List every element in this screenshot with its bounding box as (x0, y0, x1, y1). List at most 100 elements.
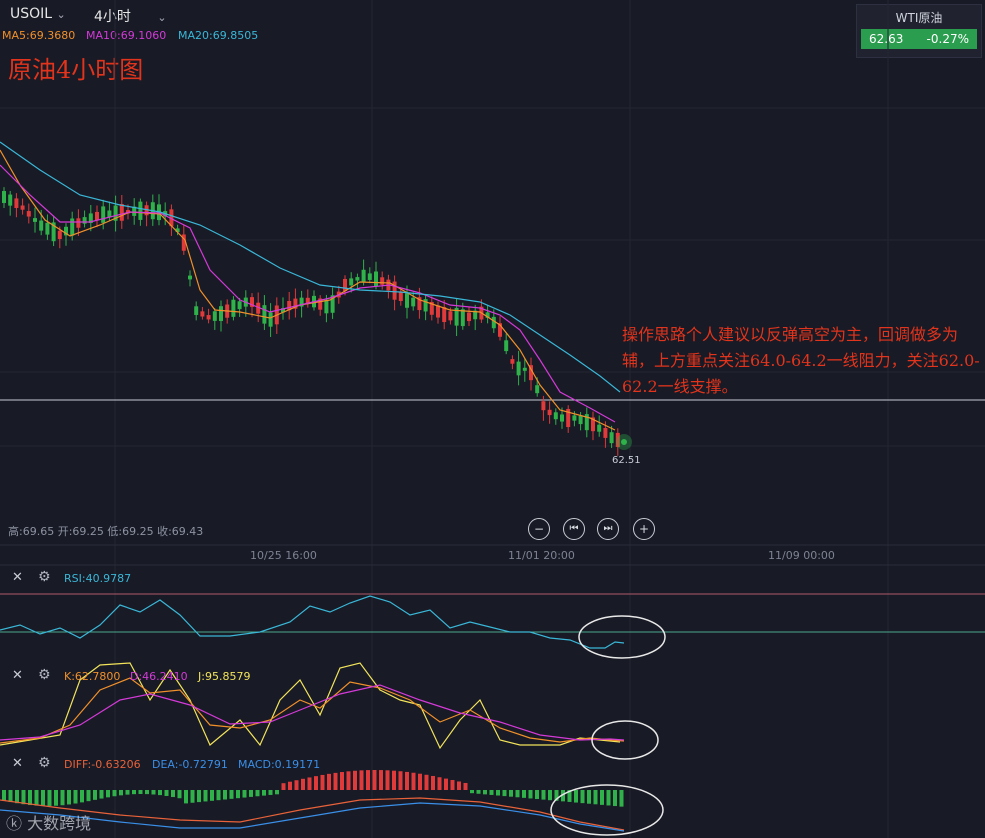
candle-body (560, 414, 564, 422)
gear-icon[interactable]: ⚙ (38, 569, 51, 585)
macd-bar (489, 790, 494, 795)
ma-lines (0, 141, 621, 431)
zoom-out-button[interactable]: − (528, 518, 550, 540)
macd-bar (450, 780, 455, 790)
macd-bar (184, 790, 188, 804)
macd-bar (93, 790, 97, 800)
macd-bar (249, 790, 253, 797)
candle-body (200, 311, 205, 317)
candle-body (26, 211, 31, 217)
macd-bar (359, 770, 364, 790)
macd-bar (418, 773, 422, 790)
macd-value: MACD:0.19171 (238, 758, 321, 771)
macd-bar (288, 781, 292, 790)
macd-bar (177, 790, 182, 799)
candle-body (355, 277, 360, 281)
candle-body (504, 340, 509, 352)
candle-body (14, 198, 19, 208)
macd-bar (275, 790, 279, 795)
candle-body (374, 271, 378, 287)
macd-bar (470, 790, 474, 794)
candle-body (460, 309, 465, 327)
macd-bar (366, 770, 370, 790)
macd-bar (255, 790, 260, 797)
macd-bar (132, 790, 136, 795)
macd-bar (515, 790, 520, 798)
macd-bar (60, 790, 65, 806)
candle-body (510, 359, 515, 364)
macd-bar (28, 790, 32, 806)
candle-body (541, 401, 546, 411)
kdj-j-value: J:95.8579 (198, 670, 251, 683)
close-icon[interactable]: ✕ (12, 668, 23, 683)
gear-icon[interactable]: ⚙ (38, 755, 51, 771)
candle-body (609, 432, 614, 444)
macd-bar (242, 790, 247, 798)
candle-body (516, 361, 521, 376)
close-icon[interactable]: ✕ (12, 756, 23, 771)
candle-body (231, 299, 236, 317)
candle-body (20, 205, 25, 210)
macd-bar (21, 790, 26, 805)
macd-bar (8, 790, 13, 803)
candle-body (603, 428, 608, 438)
macd-bar (340, 772, 344, 790)
macd-bar (476, 790, 481, 794)
kdj-d-value: D:46.2410 (130, 670, 188, 683)
next-button[interactable]: ⏭ (597, 518, 619, 540)
macd-bar (67, 790, 71, 805)
macd-bar (190, 790, 195, 803)
candle-body (95, 211, 99, 221)
chart-canvas[interactable] (0, 0, 985, 838)
macd-bar (379, 770, 383, 790)
close-icon[interactable]: ✕ (12, 570, 23, 585)
macd-bar (262, 790, 266, 796)
candle-body (194, 306, 199, 315)
macd-bar (502, 790, 507, 797)
x-axis-label: 11/09 00:00 (768, 549, 835, 562)
rsi-highlight-ellipse (578, 615, 666, 659)
macd-bar (606, 790, 611, 806)
last-price-label: 62.51 (612, 455, 641, 466)
candle-body (535, 385, 540, 394)
zoom-in-button[interactable]: + (633, 518, 655, 540)
macd-bar (106, 790, 110, 798)
macd-bar (294, 780, 299, 790)
macd-bar (216, 790, 221, 801)
candle-body (8, 194, 13, 206)
macd-bar (541, 790, 546, 800)
candle-body (324, 299, 329, 314)
macd-bar (151, 790, 156, 795)
macd-bar (548, 790, 552, 801)
macd-bar (307, 777, 312, 790)
prev-button[interactable]: ⏮ (563, 518, 585, 540)
candle-body (237, 301, 242, 310)
macd-bar (138, 790, 143, 795)
analysis-note: 操作思路个人建议以反弹高空为主，回调做多为辅，上方重点关注64.0-64.2一线… (622, 325, 980, 396)
macd-bar (496, 790, 500, 796)
candle-body (212, 311, 217, 321)
candle-body (268, 312, 273, 327)
gear-icon[interactable]: ⚙ (38, 667, 51, 683)
candle-body (219, 306, 223, 322)
macd-bar (522, 790, 526, 798)
macd-bar (203, 790, 208, 802)
watermark-text: 大数跨境 (27, 814, 92, 833)
macd-bar (405, 771, 409, 790)
macd-bar (15, 790, 19, 804)
macd-bar (99, 790, 104, 799)
macd-bar (463, 782, 468, 790)
candle-body (206, 315, 211, 320)
candle-body (597, 424, 602, 432)
macd-bar (145, 790, 149, 795)
macd-bar (86, 790, 91, 802)
macd-bar (314, 776, 318, 790)
candle-body (436, 305, 440, 318)
candle-body (262, 305, 267, 324)
candle-body (101, 206, 106, 223)
candle-body (380, 277, 385, 285)
candle-body (572, 415, 577, 421)
x-axis-label: 10/25 16:00 (250, 549, 317, 562)
macd-bar (353, 770, 357, 790)
last-price-dot (621, 439, 627, 445)
